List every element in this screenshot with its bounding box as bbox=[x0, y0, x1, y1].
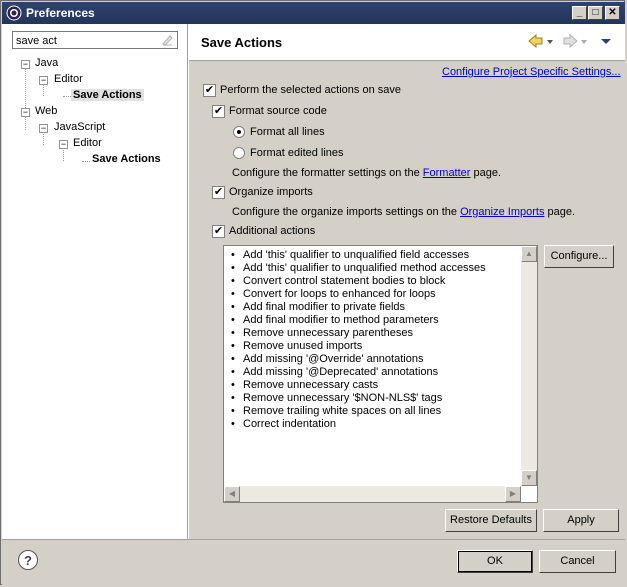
format-all-lines-radio[interactable] bbox=[233, 126, 245, 138]
scroll-right-icon[interactable]: ▶ bbox=[505, 486, 521, 502]
forward-arrow-icon[interactable] bbox=[561, 32, 591, 50]
list-item: Convert for loops to enhanced for loops bbox=[231, 288, 486, 301]
formatter-hint-prefix: Configure the formatter settings on the bbox=[232, 167, 423, 179]
perform-actions-checkbox[interactable]: ✔ bbox=[203, 84, 216, 97]
additional-actions-list[interactable]: Add 'this' qualifier to unqualified fiel… bbox=[223, 245, 538, 503]
list-item: Convert control statement bodies to bloc… bbox=[231, 275, 486, 288]
configure-button[interactable]: Configure... bbox=[544, 245, 614, 268]
scroll-up-icon[interactable]: ▲ bbox=[521, 246, 537, 262]
formatter-hint: Configure the formatter settings on the … bbox=[232, 167, 501, 179]
cancel-button[interactable]: Cancel bbox=[539, 550, 616, 573]
preferences-window: Preferences _ □ ✕ − Java − bbox=[0, 0, 625, 585]
horizontal-scrollbar[interactable]: ◀ ▶ bbox=[224, 486, 521, 502]
tree-line bbox=[63, 96, 71, 97]
list-item: Remove unnecessary casts bbox=[231, 379, 486, 392]
organize-hint-prefix: Configure the organize imports settings … bbox=[232, 206, 461, 218]
tree-line bbox=[25, 117, 26, 130]
tree-item-js-save-actions[interactable]: Save Actions bbox=[92, 153, 161, 165]
list-item: Correct indentation bbox=[231, 418, 486, 431]
list-item: Add final modifier to method parameters bbox=[231, 314, 486, 327]
dialog-footer: ? OK Cancel bbox=[2, 539, 625, 585]
perform-actions-label: Perform the selected actions on save bbox=[220, 84, 401, 96]
list-item: Add final modifier to private fields bbox=[231, 301, 486, 314]
minimize-button[interactable]: _ bbox=[572, 6, 587, 20]
configure-project-settings-link[interactable]: Configure Project Specific Settings... bbox=[442, 66, 621, 78]
list-item: Remove unused imports bbox=[231, 340, 486, 353]
help-icon[interactable]: ? bbox=[18, 550, 38, 570]
title-bar[interactable]: Preferences _ □ ✕ bbox=[2, 2, 625, 24]
format-edited-lines-radio[interactable] bbox=[233, 147, 245, 159]
tree-item-java-editor[interactable]: Editor bbox=[54, 73, 83, 85]
list-item: Remove unnecessary '$NON-NLS$' tags bbox=[231, 392, 486, 405]
filter-input[interactable] bbox=[13, 32, 159, 49]
back-arrow-icon[interactable] bbox=[527, 32, 557, 50]
list-item: Remove unnecessary parentheses bbox=[231, 327, 486, 340]
list-item: Add missing '@Override' annotations bbox=[231, 353, 486, 366]
header-divider bbox=[189, 60, 625, 61]
format-source-label: Format source code bbox=[229, 105, 327, 117]
scroll-down-icon[interactable]: ▼ bbox=[521, 470, 537, 486]
collapse-web-icon[interactable]: − bbox=[21, 108, 30, 117]
filter-field[interactable] bbox=[12, 31, 178, 49]
maximize-button[interactable]: □ bbox=[588, 6, 603, 20]
actions-items: Add 'this' qualifier to unqualified fiel… bbox=[224, 249, 486, 431]
close-window-button[interactable]: ✕ bbox=[605, 6, 620, 20]
tree-line bbox=[63, 148, 64, 161]
clear-filter-icon[interactable] bbox=[160, 33, 174, 47]
tree-item-java[interactable]: Java bbox=[35, 57, 58, 69]
format-edited-lines-label: Format edited lines bbox=[250, 147, 344, 159]
collapse-js-editor-icon[interactable]: − bbox=[59, 140, 68, 149]
collapse-javascript-icon[interactable]: − bbox=[39, 124, 48, 133]
page-title: Save Actions bbox=[201, 35, 283, 50]
additional-actions-label: Additional actions bbox=[229, 225, 316, 237]
organize-imports-link[interactable]: Organize Imports bbox=[460, 206, 544, 218]
tree-line bbox=[82, 161, 90, 162]
eclipse-app-icon bbox=[6, 5, 22, 21]
apply-button[interactable]: Apply bbox=[543, 509, 619, 532]
organize-imports-checkbox[interactable]: ✔ bbox=[212, 186, 225, 199]
formatter-hint-suffix: page. bbox=[470, 167, 502, 179]
collapse-java-editor-icon[interactable]: − bbox=[39, 76, 48, 85]
formatter-link[interactable]: Formatter bbox=[423, 167, 471, 179]
tree-item-javascript[interactable]: JavaScript bbox=[54, 121, 105, 133]
scroll-left-icon[interactable]: ◀ bbox=[224, 486, 240, 502]
list-item: Add 'this' qualifier to unqualified meth… bbox=[231, 262, 486, 275]
format-source-checkbox[interactable]: ✔ bbox=[212, 105, 225, 118]
organize-hint-suffix: page. bbox=[544, 206, 576, 218]
list-item: Add 'this' qualifier to unqualified fiel… bbox=[231, 249, 486, 262]
tree-line bbox=[25, 67, 26, 112]
tree-line bbox=[43, 132, 44, 145]
view-menu-chevron-down-icon[interactable] bbox=[599, 32, 613, 50]
organize-imports-hint: Configure the organize imports settings … bbox=[232, 206, 575, 218]
collapse-java-icon[interactable]: − bbox=[21, 60, 30, 69]
dialog-body: − Java − Editor Save Actions − Web − Jav… bbox=[2, 24, 625, 539]
tree-item-web[interactable]: Web bbox=[35, 105, 57, 117]
ok-button[interactable]: OK bbox=[457, 550, 533, 573]
preference-tree-pane: − Java − Editor Save Actions − Web − Jav… bbox=[2, 24, 188, 539]
tree-item-js-editor[interactable]: Editor bbox=[73, 137, 102, 149]
tree-line bbox=[43, 84, 44, 96]
restore-defaults-button[interactable]: Restore Defaults bbox=[445, 509, 537, 532]
list-item: Add missing '@Deprecated' annotations bbox=[231, 366, 486, 379]
additional-actions-checkbox[interactable]: ✔ bbox=[212, 225, 225, 238]
window-title: Preferences bbox=[26, 6, 95, 20]
organize-imports-label: Organize imports bbox=[229, 186, 313, 198]
page-header: Save Actions bbox=[189, 24, 625, 60]
preference-page-pane: Save Actions Configure Project Specific … bbox=[189, 24, 625, 539]
list-item: Remove trailing white spaces on all line… bbox=[231, 405, 486, 418]
tree-item-java-save-actions[interactable]: Save Actions bbox=[71, 89, 144, 101]
format-all-lines-label: Format all lines bbox=[250, 126, 325, 138]
vertical-scrollbar[interactable]: ▲ ▼ bbox=[521, 246, 537, 486]
